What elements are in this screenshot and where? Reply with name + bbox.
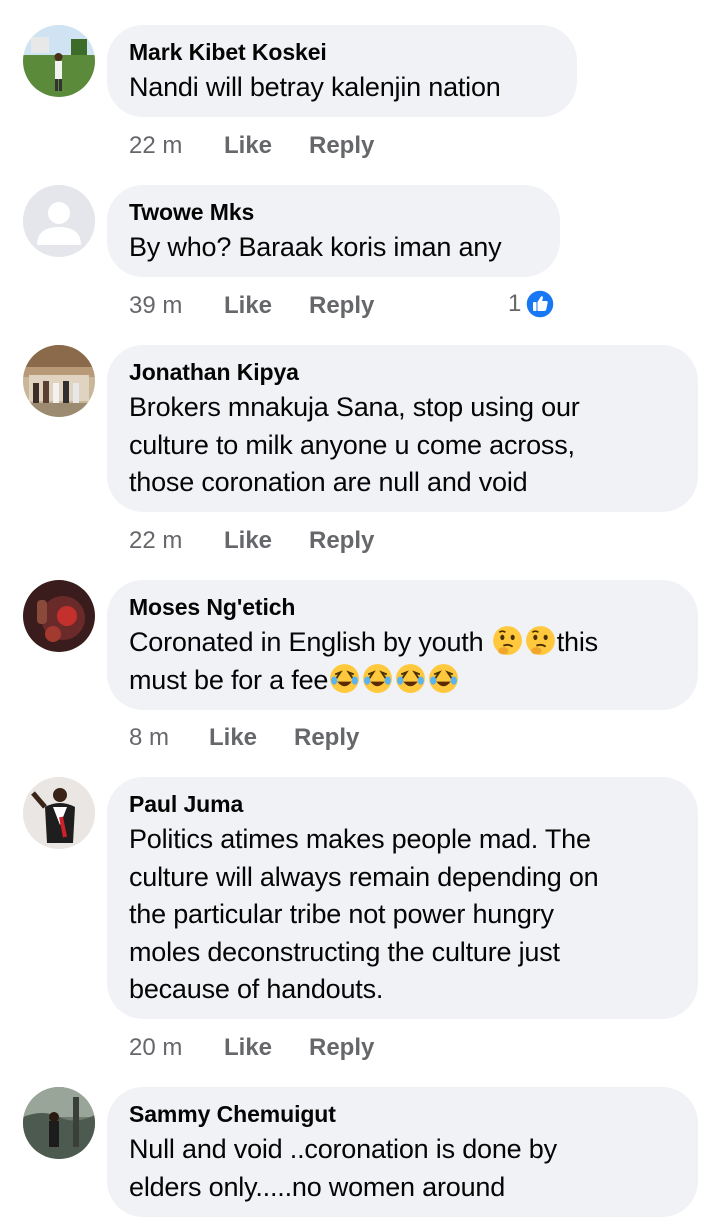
comment-author[interactable]: Twowe Mks xyxy=(129,198,538,226)
comment-text-segment: Coronated in English by youth xyxy=(129,627,491,657)
avatar-photo xyxy=(23,345,95,417)
reply-button[interactable]: Reply xyxy=(309,1031,374,1065)
comment-bubble[interactable]: Mark Kibet Koskei Nandi will betray kale… xyxy=(107,25,577,117)
comment-text-line: Politics atimes makes people mad. The xyxy=(129,824,591,854)
like-button[interactable]: Like xyxy=(209,721,257,755)
comment-text-line: because of handouts. xyxy=(129,974,384,1004)
comment-timestamp[interactable]: 22 m xyxy=(129,524,182,558)
comment-bubble[interactable]: Sammy Chemuigut Null and void ..coronati… xyxy=(107,1087,698,1217)
rolling-laughing-emoji xyxy=(394,662,427,695)
comment-text-line: culture to milk anyone u come across, xyxy=(129,429,575,460)
comment-actions: 39 m Like Reply xyxy=(129,289,429,323)
reply-button[interactable]: Reply xyxy=(309,524,374,558)
comment-bubble[interactable]: Twowe Mks By who? Baraak koris iman any xyxy=(107,185,560,277)
comment-text-segment: this xyxy=(556,627,598,657)
thinking-face-emoji xyxy=(524,624,557,657)
reaction-summary[interactable]: 1 xyxy=(508,287,556,321)
avatar-photo xyxy=(23,777,95,849)
avatar[interactable] xyxy=(23,580,95,652)
reply-button[interactable]: Reply xyxy=(309,129,374,163)
reaction-count: 1 xyxy=(508,290,522,317)
like-button[interactable]: Like xyxy=(224,129,272,163)
default-profile-icon xyxy=(23,185,95,257)
comment-author[interactable]: Moses Ng'etich xyxy=(129,593,676,621)
avatar[interactable] xyxy=(23,345,95,417)
comment-text: Nandi will betray kalenjin nation xyxy=(129,72,501,102)
comment-actions: 22 m Like Reply xyxy=(129,524,429,558)
comment-bubble[interactable]: Jonathan Kipya Brokers mnakuja Sana, sto… xyxy=(107,345,698,512)
comment-text-segment: must be for a fee xyxy=(129,664,329,695)
comment-text-line: Coronated in English by youth this xyxy=(129,624,676,662)
comment-author[interactable]: Mark Kibet Koskei xyxy=(129,38,555,66)
comment-timestamp[interactable]: 39 m xyxy=(129,289,182,323)
reply-button[interactable]: Reply xyxy=(309,289,374,323)
comment-text-line: those coronation are null and void xyxy=(129,467,528,497)
avatar[interactable] xyxy=(23,25,95,97)
reply-button[interactable]: Reply xyxy=(294,721,359,755)
comment-text: By who? Baraak koris iman any xyxy=(129,232,502,262)
avatar[interactable] xyxy=(23,777,95,849)
like-button[interactable]: Like xyxy=(224,1031,272,1065)
comment-bubble[interactable]: Moses Ng'etich Coronated in English by y… xyxy=(107,580,698,710)
comment-text-line: Null and void ..coronation is done by xyxy=(129,1134,557,1164)
rolling-laughing-emoji xyxy=(427,662,460,695)
like-button[interactable]: Like xyxy=(224,289,272,323)
comment-text-line: Brokers mnakuja Sana, stop using our xyxy=(129,392,580,422)
rolling-laughing-emoji xyxy=(361,662,394,695)
thinking-face-emoji xyxy=(491,624,524,657)
comment-timestamp[interactable]: 20 m xyxy=(129,1031,182,1065)
rolling-laughing-emoji xyxy=(328,662,361,695)
comment-author[interactable]: Paul Juma xyxy=(129,790,676,818)
comment-author[interactable]: Jonathan Kipya xyxy=(129,358,676,386)
comment-actions: 8 m Like Reply xyxy=(129,721,429,755)
comment-timestamp[interactable]: 22 m xyxy=(129,129,182,163)
avatar-photo xyxy=(23,25,95,97)
comment-text-line: moles deconstructing the culture just xyxy=(129,936,560,967)
comment-text-line: the particular tribe not power hungry xyxy=(129,899,554,929)
comment-text-line: elders only.....no women around xyxy=(129,1171,506,1202)
avatar[interactable] xyxy=(23,1087,95,1159)
comment-bubble[interactable]: Paul Juma Politics atimes makes people m… xyxy=(107,777,698,1019)
avatar[interactable] xyxy=(23,185,95,257)
avatar-photo xyxy=(23,580,95,652)
comment-timestamp[interactable]: 8 m xyxy=(129,721,169,755)
comment-actions: 20 m Like Reply xyxy=(129,1031,429,1065)
like-button[interactable]: Like xyxy=(224,524,272,558)
comment-actions: 22 m Like Reply xyxy=(129,129,429,163)
thumbs-up-icon xyxy=(525,289,556,319)
comment-author[interactable]: Sammy Chemuigut xyxy=(129,1100,676,1128)
comment-text-line: culture will always remain depending on xyxy=(129,861,599,892)
avatar-photo xyxy=(23,1087,95,1159)
comment-text-line: must be for a fee xyxy=(129,662,676,700)
